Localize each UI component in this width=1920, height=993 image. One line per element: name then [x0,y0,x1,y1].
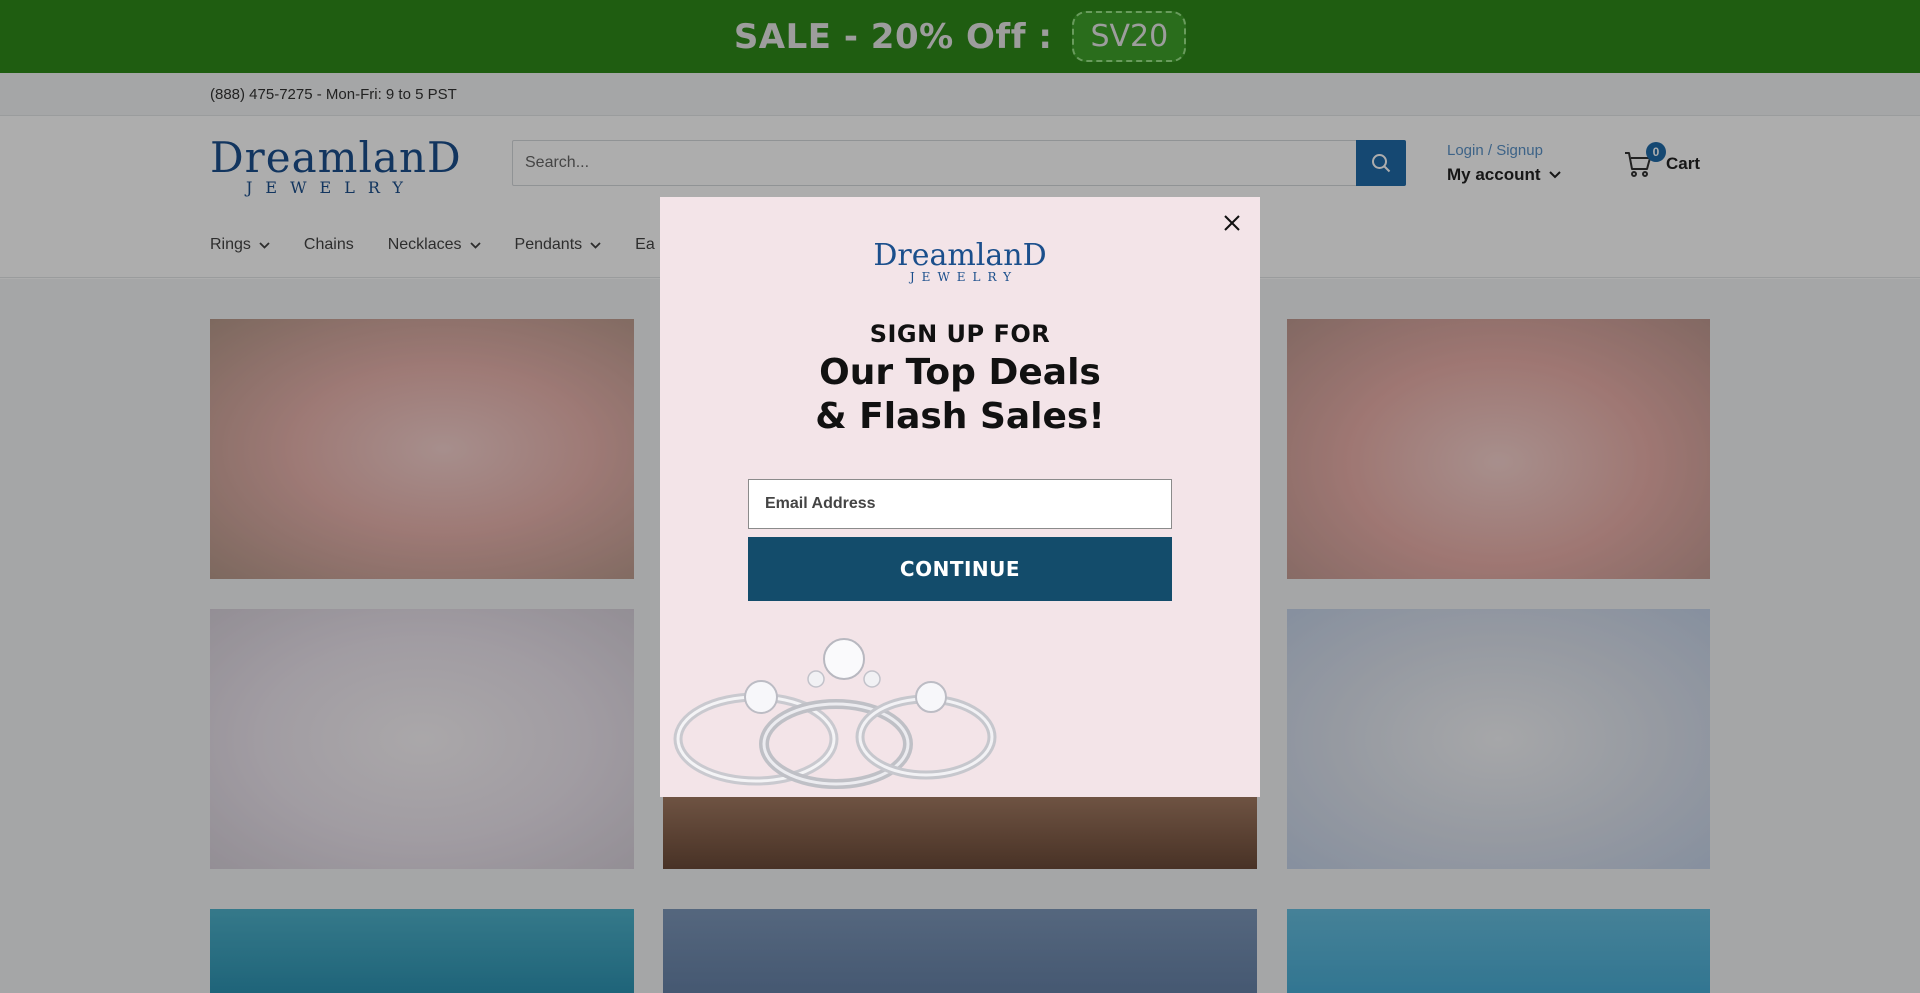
modal-heading-line2: & Flash Sales! [815,396,1105,437]
modal-logo: DreamlanD JEWELRY [660,238,1260,284]
modal-logo-wordmark: DreamlanD [873,238,1047,273]
modal-heading-small: SIGN UP FOR [869,320,1051,348]
continue-button[interactable]: CONTINUE [748,537,1172,601]
modal-logo-subtitle: JEWELRY [909,270,1019,284]
rings-image [673,638,997,789]
modal-heading-large: Our Top Deals & Flash Sales! [660,351,1260,439]
email-field[interactable] [748,479,1172,529]
close-icon [1224,215,1240,231]
signup-modal: DreamlanD JEWELRY SIGN UP FOR Our Top De… [660,197,1260,797]
close-button[interactable] [1218,209,1246,237]
modal-heading-line1: Our Top Deals [819,352,1101,393]
